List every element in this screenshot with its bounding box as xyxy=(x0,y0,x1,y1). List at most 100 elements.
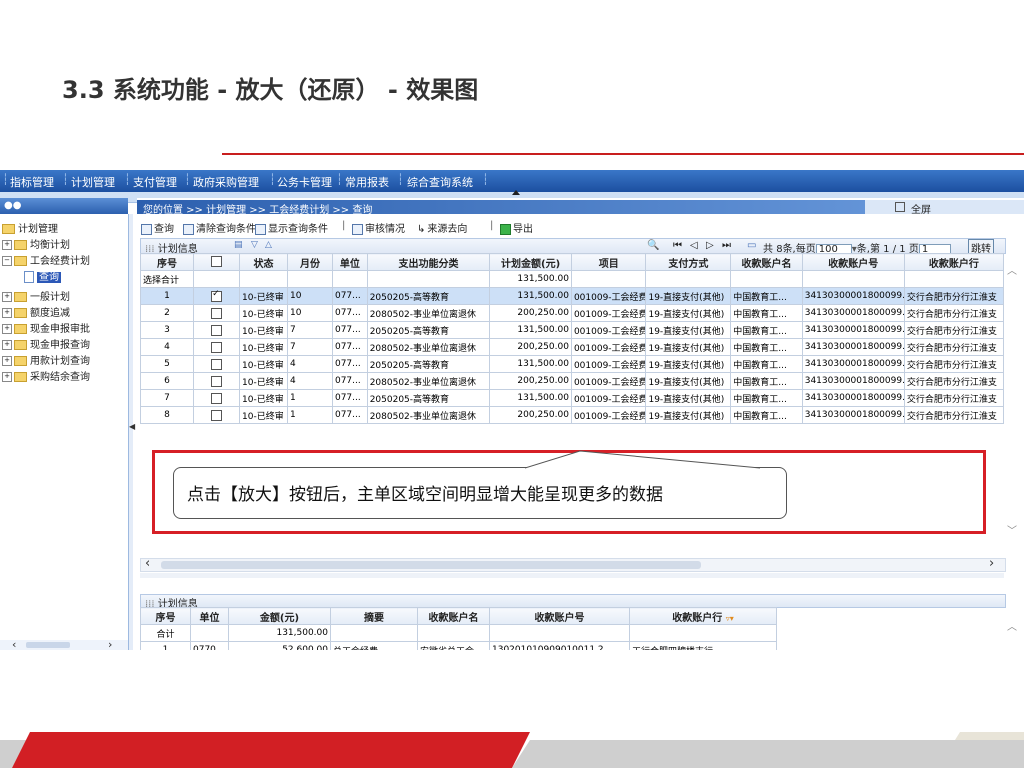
last-page-icon[interactable]: ⏭ xyxy=(722,240,731,251)
table-row[interactable]: 3 10-已终审 7 077... 2050205-高等教育 131,500.00 0010… xyxy=(139,321,1005,339)
scroll-thumb[interactable] xyxy=(161,561,701,569)
query-button[interactable]: 查询 xyxy=(141,220,174,235)
column-menu-icon[interactable]: ▿▾ xyxy=(726,614,734,623)
col-header-amount[interactable]: 计划金额(元) xyxy=(489,253,572,271)
detail-col-account-no[interactable]: 收款账户号 xyxy=(489,607,630,625)
export-button[interactable]: 导出 xyxy=(500,220,533,235)
expand-icon[interactable]: + xyxy=(2,324,12,334)
expand-icon[interactable]: + xyxy=(2,240,12,250)
collapse-up-icon[interactable]: △ xyxy=(265,240,272,250)
row-checkbox[interactable] xyxy=(211,392,223,404)
show-conditions-button[interactable]: 显示查询条件 xyxy=(255,220,328,235)
expand-icon[interactable]: + xyxy=(2,292,12,302)
tree-item-cash-query[interactable]: + 现金申报查询 xyxy=(2,336,90,351)
grid-toggle-icon[interactable]: ▤ xyxy=(234,240,243,250)
cell-select[interactable] xyxy=(193,304,241,322)
expand-icon[interactable]: + xyxy=(2,308,12,318)
menu-item-reports[interactable]: 常用报表 xyxy=(345,174,389,190)
cell-select[interactable] xyxy=(193,406,241,424)
col-header-status[interactable]: 状态 xyxy=(239,253,289,271)
table-row[interactable]: 4 10-已终审 7 077... 2080502-事业单位离退休 200,250.00 0… xyxy=(139,338,1005,356)
cell-select[interactable] xyxy=(193,338,241,356)
row-checkbox[interactable] xyxy=(211,358,223,370)
row-checkbox[interactable] xyxy=(211,307,223,319)
table-row[interactable]: 10770...52,600.00总工会经费-安徽省总工会13020101090… xyxy=(140,641,777,650)
menu-item-payment-mgmt[interactable]: 支付管理 xyxy=(133,174,177,190)
row-checkbox[interactable] xyxy=(211,341,223,353)
detail-col-unit[interactable]: 单位 xyxy=(190,607,229,625)
tree-item-cash-approve[interactable]: + 现金申报审批 xyxy=(2,320,90,335)
cell-select[interactable] xyxy=(193,321,241,339)
clear-conditions-button[interactable]: 清除查询条件 xyxy=(183,220,256,235)
row-checkbox[interactable] xyxy=(211,289,223,302)
expand-icon[interactable]: + xyxy=(2,372,12,382)
tree-item-general-plan[interactable]: + 一般计划 xyxy=(2,288,70,303)
scroll-down-icon[interactable]: ﹀ xyxy=(1007,522,1017,537)
grid-splitter[interactable] xyxy=(140,573,1004,578)
col-header-pay-method[interactable]: 支付方式 xyxy=(645,253,732,271)
scroll-up-icon[interactable]: ︿ xyxy=(1007,262,1017,277)
panel-splitter[interactable] xyxy=(129,214,133,650)
fullscreen-icon[interactable] xyxy=(895,202,905,212)
menu-item-indicator-mgmt[interactable]: 指标管理 xyxy=(10,174,54,190)
tree-item-query[interactable]: 查询 xyxy=(24,268,61,283)
menu-item-procurement-mgmt[interactable]: 政府采购管理 xyxy=(193,174,259,190)
tree-item-procure-balance[interactable]: + 采购结余查询 xyxy=(2,368,90,383)
expand-icon[interactable]: + xyxy=(2,340,12,350)
col-header-function[interactable]: 支出功能分类 xyxy=(366,253,491,271)
tree-root[interactable]: 计划管理 xyxy=(2,220,58,235)
table-row[interactable]: 7 10-已终审 1 077... 2050205-高等教育 131,500.00 0010… xyxy=(139,389,1005,407)
menu-item-query-system[interactable]: 综合查询系统 xyxy=(407,174,473,190)
first-page-icon[interactable]: ⏮ xyxy=(673,240,682,251)
tree-item-union-plan[interactable]: − 工会经费计划 xyxy=(2,252,90,267)
detail-col-seq[interactable]: 序号 xyxy=(140,607,191,625)
table-row[interactable]: 2 10-已终审 10 077... 2080502-事业单位离退休 200,250.00… xyxy=(139,304,1005,322)
table-row[interactable]: 8 10-已终审 1 077... 2080502-事业单位离退休 200,250.00 0… xyxy=(139,406,1005,424)
collapse-header-icon[interactable] xyxy=(512,190,520,195)
table-row[interactable]: 6 10-已终审 4 077... 2080502-事业单位离退休 200,250.00 0… xyxy=(139,372,1005,390)
scroll-left-icon[interactable]: ‹ xyxy=(145,556,150,571)
row-checkbox[interactable] xyxy=(211,409,223,421)
fullscreen-button[interactable]: 全屏 xyxy=(911,201,931,216)
detail-vertical-scrollbar[interactable]: ︿ xyxy=(1004,610,1020,650)
scroll-thumb[interactable] xyxy=(26,642,70,648)
grid-horizontal-scrollbar[interactable]: ‹ › xyxy=(140,556,1006,572)
col-header-account-no[interactable]: 收款账户号 xyxy=(801,253,905,271)
col-header-select-all[interactable] xyxy=(193,253,241,271)
table-row[interactable]: 1 10-已终审10077...2050205-高等教育131,500.00001… xyxy=(139,287,1005,305)
collapse-down-icon[interactable]: ▽ xyxy=(251,240,258,250)
row-checkbox[interactable] xyxy=(211,324,223,336)
cell-select[interactable] xyxy=(193,287,241,305)
table-row[interactable]: 5 10-已终审 4 077... 2050205-高等教育 131,500.00 0010… xyxy=(139,355,1005,373)
collapse-icon[interactable]: − xyxy=(2,256,12,266)
source-flow-button[interactable]: ↳ 来源去向 xyxy=(417,220,467,235)
cell-select[interactable] xyxy=(193,355,241,373)
col-header-unit[interactable]: 单位 xyxy=(331,253,368,271)
scroll-right-icon[interactable]: › xyxy=(989,556,994,571)
left-horizontal-scrollbar[interactable]: ‹ › xyxy=(0,638,128,650)
menu-item-plan-mgmt[interactable]: 计划管理 xyxy=(71,174,115,190)
detail-col-bank[interactable]: 收款账户行 ▿▾ xyxy=(629,607,777,625)
cell-select[interactable] xyxy=(193,372,241,390)
collapse-left-icon[interactable]: ◀ xyxy=(129,422,135,431)
grid-vertical-scrollbar[interactable]: ︿ ﹀ xyxy=(1004,254,1020,544)
col-header-seq[interactable]: 序号 xyxy=(139,253,195,271)
select-all-checkbox[interactable] xyxy=(211,256,223,268)
menu-item-card-mgmt[interactable]: 公务卡管理 xyxy=(277,174,332,190)
prev-page-icon[interactable]: ◁ xyxy=(690,240,698,251)
audit-status-button[interactable]: 审核情况 xyxy=(352,220,405,235)
expand-icon[interactable]: + xyxy=(2,356,12,366)
tree-item-balanced-plan[interactable]: + 均衡计划 xyxy=(2,236,70,251)
tree-item-usage-query[interactable]: + 用款计划查询 xyxy=(2,352,90,367)
scroll-left-icon[interactable]: ‹ xyxy=(12,638,16,650)
col-header-month[interactable]: 月份 xyxy=(287,253,333,271)
scroll-up-icon[interactable]: ︿ xyxy=(1007,618,1017,633)
detail-col-memo[interactable]: 摘要 xyxy=(330,607,418,625)
col-header-bank[interactable]: 收款账户行 xyxy=(903,253,1005,271)
col-header-account-name[interactable]: 收款账户名 xyxy=(730,253,803,271)
cell-select[interactable] xyxy=(193,389,241,407)
row-checkbox[interactable] xyxy=(211,375,223,387)
detail-col-amount[interactable]: 金额(元) xyxy=(228,607,331,625)
detail-col-account-name[interactable]: 收款账户名 xyxy=(417,607,490,625)
scroll-right-icon[interactable]: › xyxy=(108,638,112,650)
